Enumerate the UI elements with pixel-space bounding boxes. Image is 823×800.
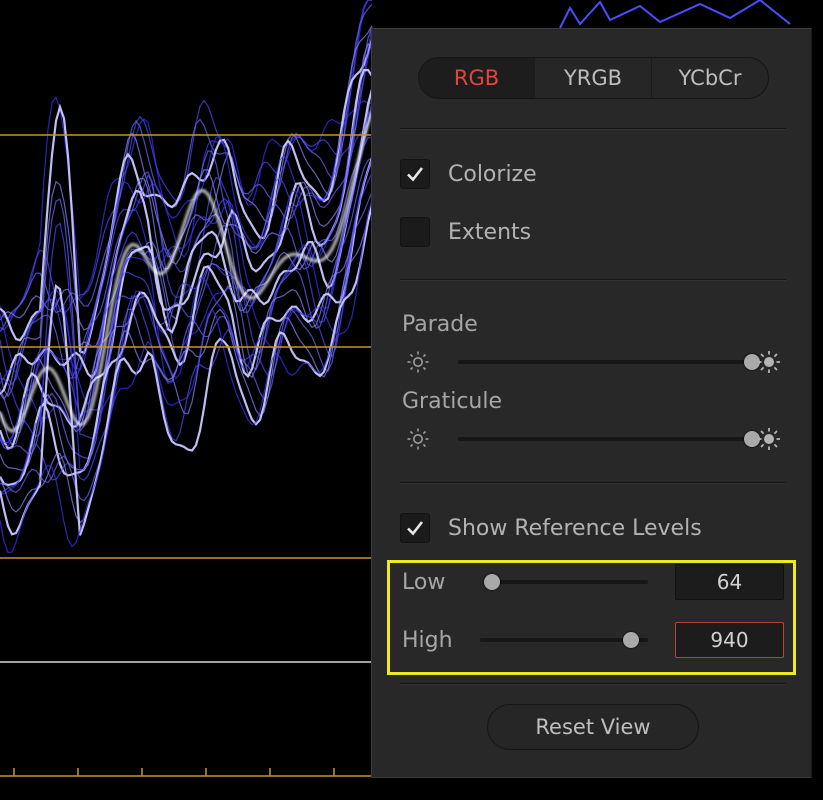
- show-reference-levels-label: Show Reference Levels: [448, 515, 702, 541]
- waveform-trace: [0, 88, 374, 450]
- parade-slider-track[interactable]: [458, 360, 758, 364]
- divider: [400, 482, 786, 484]
- colorize-label: Colorize: [448, 161, 537, 187]
- extents-option[interactable]: Extents: [400, 217, 531, 247]
- reference-levels-highlight-box: [387, 560, 796, 675]
- extents-checkbox[interactable]: [400, 217, 430, 247]
- sun-bright-icon: [758, 351, 780, 373]
- divider: [400, 683, 786, 685]
- colorize-option[interactable]: Colorize: [400, 159, 537, 189]
- waveform-trace: [559, 0, 791, 29]
- tab-yrgb[interactable]: YRGB: [534, 58, 651, 98]
- sun-dim-icon: [407, 351, 429, 373]
- parade-label: Parade: [402, 312, 478, 337]
- show-reference-levels-option[interactable]: Show Reference Levels: [400, 513, 702, 543]
- checkmark-icon: [407, 167, 424, 182]
- extents-label: Extents: [448, 219, 532, 245]
- checkmark-icon: [407, 521, 424, 536]
- divider: [400, 279, 786, 281]
- tab-ycbcr[interactable]: YCbCr: [651, 58, 768, 98]
- colorize-checkbox[interactable]: [400, 159, 430, 189]
- scope-tick-marks: [0, 768, 371, 777]
- graticule-label: Graticule: [402, 389, 502, 414]
- tab-rgb[interactable]: RGB: [419, 58, 534, 98]
- sun-dim-icon: [407, 428, 429, 450]
- divider: [400, 128, 786, 130]
- graticule-brightness-slider[interactable]: [402, 424, 786, 454]
- color-mode-segmented-control: RGB YRGB YCbCr: [418, 57, 769, 99]
- reset-view-button[interactable]: Reset View: [487, 704, 699, 750]
- sun-bright-icon: [758, 428, 780, 450]
- waveform-trace: [0, 161, 373, 471]
- show-reference-levels-checkbox[interactable]: [400, 513, 430, 543]
- graticule-slider-track[interactable]: [458, 437, 758, 441]
- parade-brightness-slider[interactable]: [402, 347, 786, 377]
